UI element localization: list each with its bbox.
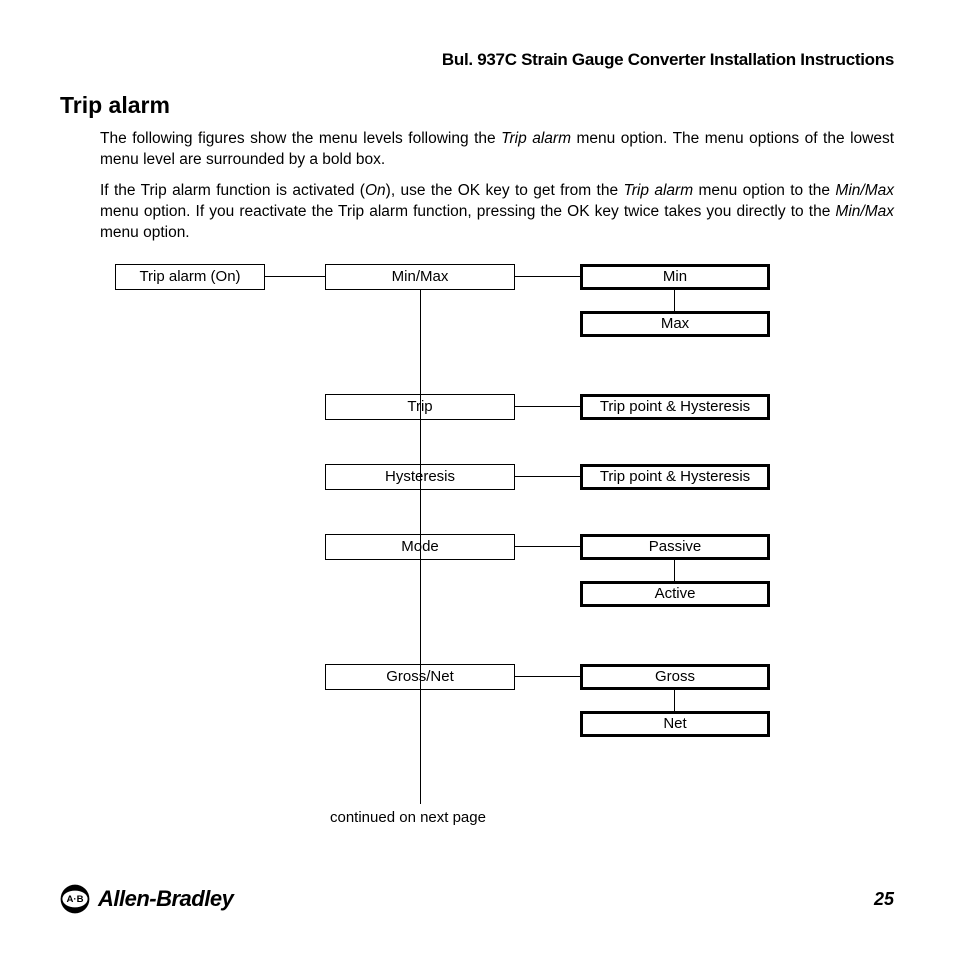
connector-line [674,690,675,711]
connector-line [515,546,580,547]
text: menu option. If you reactivate the Trip … [100,203,835,220]
menu-box-gross: Gross [580,664,770,690]
section-title: Trip alarm [60,92,894,119]
text: If the Trip alarm function is activated … [100,182,365,199]
menu-box-min: Min [580,264,770,290]
page-number: 25 [874,889,894,910]
text-italic: Min/Max [835,182,894,199]
menu-diagram: Trip alarm (On) Min/Max Trip Hysteresis … [60,264,894,844]
connector-line [515,276,580,277]
connector-line [674,560,675,581]
connector-line [515,476,580,477]
menu-box-trip-ph1: Trip point & Hysteresis [580,394,770,420]
menu-box-net: Net [580,711,770,737]
connector-line [674,290,675,311]
text-italic: Min/Max [835,203,894,220]
text: The following figures show the menu leve… [100,130,501,147]
connector-line [515,406,580,407]
document-header: Bul. 937C Strain Gauge Converter Install… [60,50,894,70]
menu-box-trip-ph2: Trip point & Hysteresis [580,464,770,490]
brand-name: Allen-Bradley [98,886,233,912]
text-italic: On [365,182,386,199]
menu-box-active: Active [580,581,770,607]
menu-box-passive: Passive [580,534,770,560]
text-italic: Trip alarm [501,130,571,147]
page-footer: A·B Allen-Bradley 25 [60,884,894,914]
brand-logo-icon: A·B [60,884,90,914]
connector-line [265,276,325,277]
paragraph-1: The following figures show the menu leve… [100,129,894,171]
menu-box-max: Max [580,311,770,337]
connector-line [420,290,421,804]
text-italic: Trip alarm [623,182,693,199]
text: menu option to the [693,182,835,199]
svg-text:A·B: A·B [66,894,83,905]
paragraph-2: If the Trip alarm function is activated … [100,181,894,244]
continued-text: continued on next page [330,809,486,826]
menu-box-root: Trip alarm (On) [115,264,265,290]
connector-line [515,676,580,677]
text: menu option. [100,224,190,241]
text: ), use the OK key to get from the [386,182,624,199]
brand: A·B Allen-Bradley [60,884,233,914]
menu-box-minmax: Min/Max [325,264,515,290]
